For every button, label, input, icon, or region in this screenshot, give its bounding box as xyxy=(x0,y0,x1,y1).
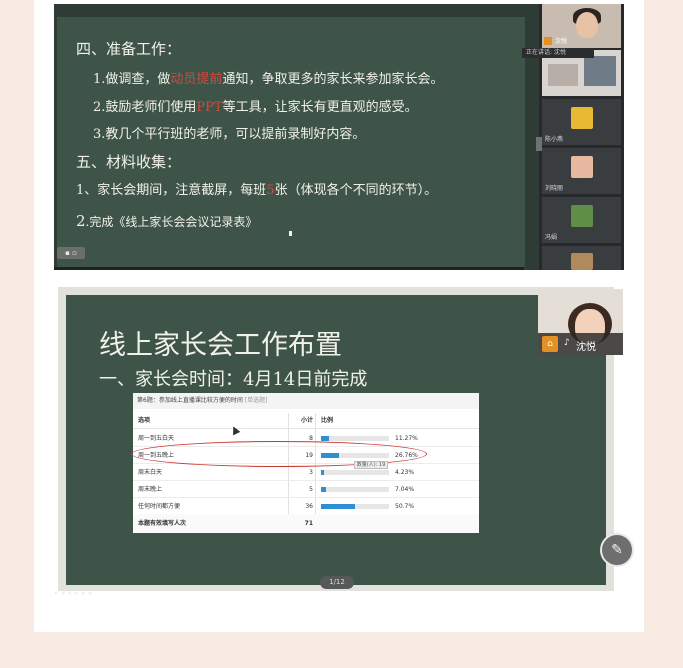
page-indicator[interactable]: 1/12 xyxy=(320,576,354,589)
avatar xyxy=(570,205,593,227)
avatar xyxy=(570,253,593,270)
host-icon xyxy=(544,37,552,45)
avatar xyxy=(570,156,593,178)
heading-preparation: 四、准备工作： xyxy=(76,40,182,58)
host-icon: ⌂ xyxy=(542,336,558,352)
microphone-icon[interactable]: ♪ xyxy=(564,338,570,348)
speaking-indicator: 正在讲话: 沈悦 xyxy=(522,48,594,58)
table-row: 任何时间都方便 36 50.7% xyxy=(133,498,479,515)
survey-question: 第6题：参加线上直播课比较方便的时间 [单选题] xyxy=(133,393,479,409)
participant-tile[interactable] xyxy=(542,246,621,270)
ratio-bar xyxy=(321,504,389,509)
table-header: 选项 小计 比例 xyxy=(133,413,479,429)
ratio-bar xyxy=(321,470,389,475)
meeting-screenshot-1: 四、准备工作： 1.做调查，做动员提前通知，争取更多的家长来参加家长会。 2.鼓… xyxy=(54,4,624,270)
avatar xyxy=(576,12,598,38)
prep-item-2: 2.鼓励老师们使用PPT等工具，让家长有更直观的感受。 xyxy=(93,100,418,115)
slide-bottom-edge xyxy=(54,267,524,270)
survey-result-table: 第6题：参加线上直播课比较方便的时间 [单选题] 选项 小计 比例 周一到五白天… xyxy=(131,393,479,533)
text-cursor xyxy=(289,231,292,236)
participant-tile[interactable]: 陈小燕 xyxy=(542,99,621,145)
participant-tile[interactable]: 刘晓丽 xyxy=(542,148,621,194)
participant-video-strip: 沈悦 许青 陈小燕 刘晓丽 冯娟 xyxy=(536,4,624,270)
participant-name: 许青 xyxy=(545,87,558,94)
shared-slide: 四、准备工作： 1.做调查，做动员提前通知，争取更多的家长来参加家长会。 2.鼓… xyxy=(57,17,525,267)
avatar xyxy=(570,107,593,129)
ratio-bar xyxy=(321,487,389,492)
participant-tile[interactable]: 沈悦 xyxy=(542,4,621,48)
participant-name: 陈小燕 xyxy=(545,136,564,143)
material-item-2: 2.完成《线上家长会会议记录表》 xyxy=(76,212,258,230)
prep-item-3: 3.教几个平行班的老师，可以提前录制好内容。 xyxy=(93,127,366,142)
participant-tile[interactable]: 冯娟 xyxy=(542,197,621,243)
meeting-screenshot-2: 线上家长会工作布置 一、家长会时间：4月14日前完成 第6题：参加线上直播课比较… xyxy=(54,287,614,598)
heading-materials: 五、材料收集： xyxy=(76,153,182,171)
slide-controls[interactable]: ◦◦◦◦◦◦ xyxy=(54,589,94,598)
floating-toolbar-button[interactable]: ✎ xyxy=(600,533,634,567)
participant-name: 冯娟 xyxy=(545,234,558,241)
slide-title: 线上家长会工作布置 xyxy=(99,330,342,361)
ratio-bar xyxy=(321,436,389,441)
chat-button[interactable]: ▪ ▫ xyxy=(57,247,85,259)
presenter-name: 沈悦 xyxy=(576,342,596,353)
total-row: 本题有效填写人次 71 xyxy=(133,514,479,533)
slide-subtitle: 一、家长会时间：4月14日前完成 xyxy=(99,369,368,390)
presenter-video[interactable]: ⌂ ♪ 沈悦 xyxy=(538,289,623,355)
participant-name: 沈悦 xyxy=(555,38,568,45)
material-item-1: 1、家长会期间，注意截屏，每班5张（体现各个不同的环节）。 xyxy=(76,183,438,198)
participant-name: 刘晓丽 xyxy=(545,185,564,192)
shared-slide: 线上家长会工作布置 一、家长会时间：4月14日前完成 第6题：参加线上直播课比较… xyxy=(66,295,606,589)
table-row: 周末晚上 5 7.04% xyxy=(133,481,479,498)
prep-item-1: 1.做调查，做动员提前通知，争取更多的家长来参加家长会。 xyxy=(93,72,444,87)
bar-tooltip: 数量(人): 19 xyxy=(354,461,388,469)
